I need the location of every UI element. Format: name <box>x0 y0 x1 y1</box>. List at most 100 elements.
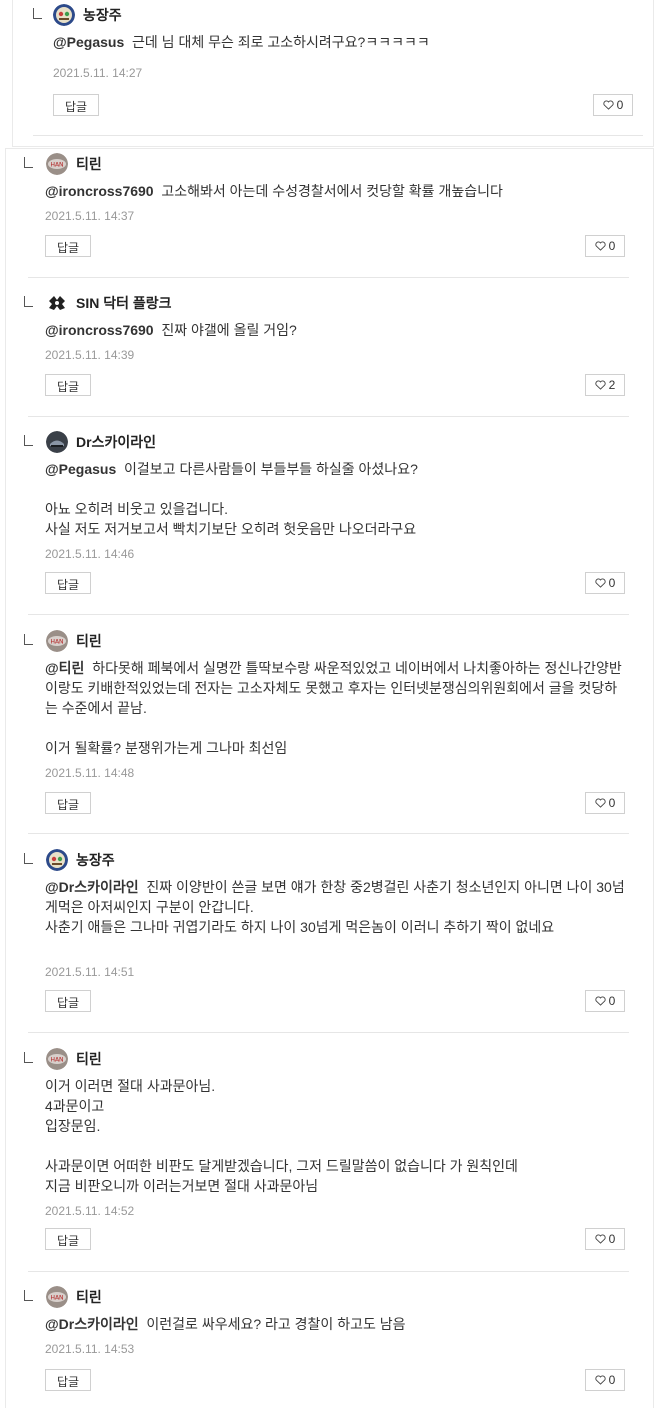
reply-button[interactable]: 답글 <box>45 792 91 814</box>
comment-text-line: 사춘기 애들은 그나마 귀엽기라도 하지 나이 30넘게 먹은놈이 이러니 추하… <box>45 919 555 935</box>
comment-timestamp: 2021.5.11. 14:37 <box>45 209 135 223</box>
reply-indent-icon <box>24 853 33 864</box>
mention-tag[interactable]: @Dr스카이라인 <box>45 1316 139 1332</box>
comment-text-line: 4과문이고 <box>45 1098 105 1114</box>
like-button[interactable]: 0 <box>585 990 625 1012</box>
heart-icon <box>595 996 606 1006</box>
mention-tag[interactable]: @티린 <box>45 660 84 676</box>
comment-text-line: 이거 이러면 절대 사과문아님. <box>45 1078 216 1094</box>
author-name[interactable]: 티린 <box>76 154 102 174</box>
author-name[interactable]: 티린 <box>76 1049 102 1069</box>
avatar[interactable]: HAN <box>46 630 68 652</box>
comment-timestamp: 2021.5.11. 14:52 <box>45 1204 135 1218</box>
reply-button[interactable]: 답글 <box>45 990 91 1012</box>
like-button[interactable]: 0 <box>585 1228 625 1250</box>
comment-text-line: 입장문임. <box>45 1118 101 1134</box>
avatar[interactable] <box>46 431 68 453</box>
comment-divider <box>33 135 643 136</box>
comment-body: @Dr스카이라인 진짜 이양반이 쓴글 보면 얘가 한창 중2병걸린 사춘기 청… <box>45 877 627 937</box>
heart-icon <box>595 1234 606 1244</box>
author-name[interactable]: SIN 닥터 플랑크 <box>76 293 172 313</box>
reply-indent-icon <box>24 1290 33 1301</box>
reply-button[interactable]: 답글 <box>45 572 91 594</box>
avatar[interactable] <box>46 292 68 314</box>
like-button[interactable]: 0 <box>585 1369 625 1391</box>
like-button[interactable]: 2 <box>585 374 625 396</box>
like-count: 0 <box>608 1373 616 1387</box>
heart-icon <box>595 578 606 588</box>
reply-indent-icon <box>24 296 33 307</box>
mention-tag[interactable]: @ironcross7690 <box>45 183 154 199</box>
comment-body: 이거 이러면 절대 사과문아님. 4과문이고 입장문임. 사과문이면 어떠한 비… <box>45 1076 627 1196</box>
mention-tag[interactable]: @Pegasus <box>53 34 124 50</box>
comment-body: @티린 하다못해 페북에서 실명깐 틀딱보수랑 싸운적있었고 네이버에서 나치좋… <box>45 658 627 758</box>
heart-icon <box>595 241 606 251</box>
comment-text-line: 사과문이면 어떠한 비판도 달게받겠습니다, 그저 드릴말씀이 없습니다 가 원… <box>45 1158 518 1174</box>
avatar[interactable] <box>53 4 75 26</box>
comment-text-line: 근데 님 대체 무슨 죄로 고소하시려구요?ㅋㅋㅋㅋㅋ <box>132 34 430 50</box>
comment-body: @Pegasus 이걸보고 다른사람들이 부들부들 하실줄 아셨나요? 아뇨 오… <box>45 459 627 539</box>
reply-button[interactable]: 답글 <box>53 94 99 116</box>
heart-icon <box>595 380 606 390</box>
comment-divider <box>28 416 629 417</box>
comment-timestamp: 2021.5.11. 14:51 <box>45 965 135 979</box>
avatar[interactable]: HAN <box>46 153 68 175</box>
heart-icon <box>595 1375 606 1385</box>
comment-divider <box>28 614 629 615</box>
mention-tag[interactable]: @Dr스카이라인 <box>45 879 139 895</box>
comment-timestamp: 2021.5.11. 14:53 <box>45 1342 135 1356</box>
author-name[interactable]: 농장주 <box>76 850 115 870</box>
reply-indent-icon <box>24 1052 33 1063</box>
comment-item: SIN 닥터 플랑크 @ironcross7690 진짜 야갤에 올릴 거임? … <box>6 288 653 417</box>
reply-button[interactable]: 답글 <box>45 1228 91 1250</box>
comment-item: HAN 티린 @Dr스카이라인 이런걸로 싸우세요? 라고 경찰이 하고도 남음… <box>6 1282 653 1408</box>
comment-item: HAN 티린 @ironcross7690 고소해봐서 아는데 수성경찰서에서 … <box>6 149 653 278</box>
like-button[interactable]: 0 <box>585 792 625 814</box>
svg-text:HAN: HAN <box>50 162 63 169</box>
comment-body: @Pegasus 근데 님 대체 무슨 죄로 고소하시려구요?ㅋㅋㅋㅋㅋ <box>53 32 627 52</box>
heart-icon <box>603 100 614 110</box>
reply-indent-icon <box>33 8 42 19</box>
comment-body: @ironcross7690 고소해봐서 아는데 수성경찰서에서 컷당할 확률 … <box>45 181 627 201</box>
like-count: 0 <box>608 239 616 253</box>
comment-text-line: 고소해봐서 아는데 수성경찰서에서 컷당할 확률 개높습니다 <box>161 183 503 199</box>
comment-timestamp: 2021.5.11. 14:39 <box>45 348 135 362</box>
author-name[interactable]: 농장주 <box>83 5 122 25</box>
comment-item: 농장주 @Dr스카이라인 진짜 이양반이 쓴글 보면 얘가 한창 중2병걸린 사… <box>6 845 653 1033</box>
mention-tag[interactable]: @Pegasus <box>45 461 116 477</box>
comment-body: @ironcross7690 진짜 야갤에 올릴 거임? <box>45 320 627 340</box>
mention-tag[interactable]: @ironcross7690 <box>45 322 154 338</box>
svg-text:HAN: HAN <box>50 639 63 646</box>
comment-text-line: 이런걸로 싸우세요? 라고 경찰이 하고도 남음 <box>146 1316 406 1332</box>
comment-text-line: 하다못해 페북에서 실명깐 틀딱보수랑 싸운적있었고 네이버에서 나치좋아하는 … <box>45 660 622 716</box>
comment-timestamp: 2021.5.11. 14:46 <box>45 547 135 561</box>
author-name[interactable]: Dr스카이라인 <box>76 432 156 452</box>
comment-body: @Dr스카이라인 이런걸로 싸우세요? 라고 경찰이 하고도 남음 <box>45 1314 627 1334</box>
author-name[interactable]: 티린 <box>76 1287 102 1307</box>
reply-indent-icon <box>24 634 33 645</box>
comment-panel-main: HAN 티린 @ironcross7690 고소해봐서 아는데 수성경찰서에서 … <box>5 148 654 1408</box>
like-count: 0 <box>608 1232 616 1246</box>
comment-item: 농장주 @Pegasus 근데 님 대체 무슨 죄로 고소하시려구요?ㅋㅋㅋㅋㅋ… <box>13 0 653 136</box>
comment-text-line: 지금 비판오니까 이러는거보면 절대 사과문아님 <box>45 1178 319 1194</box>
reply-button[interactable]: 답글 <box>45 235 91 257</box>
avatar[interactable]: HAN <box>46 1048 68 1070</box>
comment-item: HAN 티린 @티린 하다못해 페북에서 실명깐 틀딱보수랑 싸운적있었고 네이… <box>6 626 653 834</box>
comment-divider <box>28 1032 629 1033</box>
reply-button[interactable]: 답글 <box>45 1369 91 1391</box>
heart-icon <box>595 798 606 808</box>
comment-item: HAN 티린 이거 이러면 절대 사과문아님. 4과문이고 입장문임. 사과문이… <box>6 1044 653 1272</box>
like-button[interactable]: 0 <box>585 235 625 257</box>
comment-divider <box>28 833 629 834</box>
like-button[interactable]: 0 <box>593 94 633 116</box>
avatar[interactable] <box>46 849 68 871</box>
svg-text:HAN: HAN <box>50 1057 63 1064</box>
like-button[interactable]: 0 <box>585 572 625 594</box>
comment-text-line: 이거 될확률? 분쟁위가는게 그나마 최선임 <box>45 740 288 756</box>
comment-divider <box>28 1271 629 1272</box>
comment-item: Dr스카이라인 @Pegasus 이걸보고 다른사람들이 부들부들 하실줄 아셨… <box>6 427 653 615</box>
author-name[interactable]: 티린 <box>76 631 102 651</box>
avatar[interactable]: HAN <box>46 1286 68 1308</box>
reply-button[interactable]: 답글 <box>45 374 91 396</box>
like-count: 0 <box>616 98 624 112</box>
